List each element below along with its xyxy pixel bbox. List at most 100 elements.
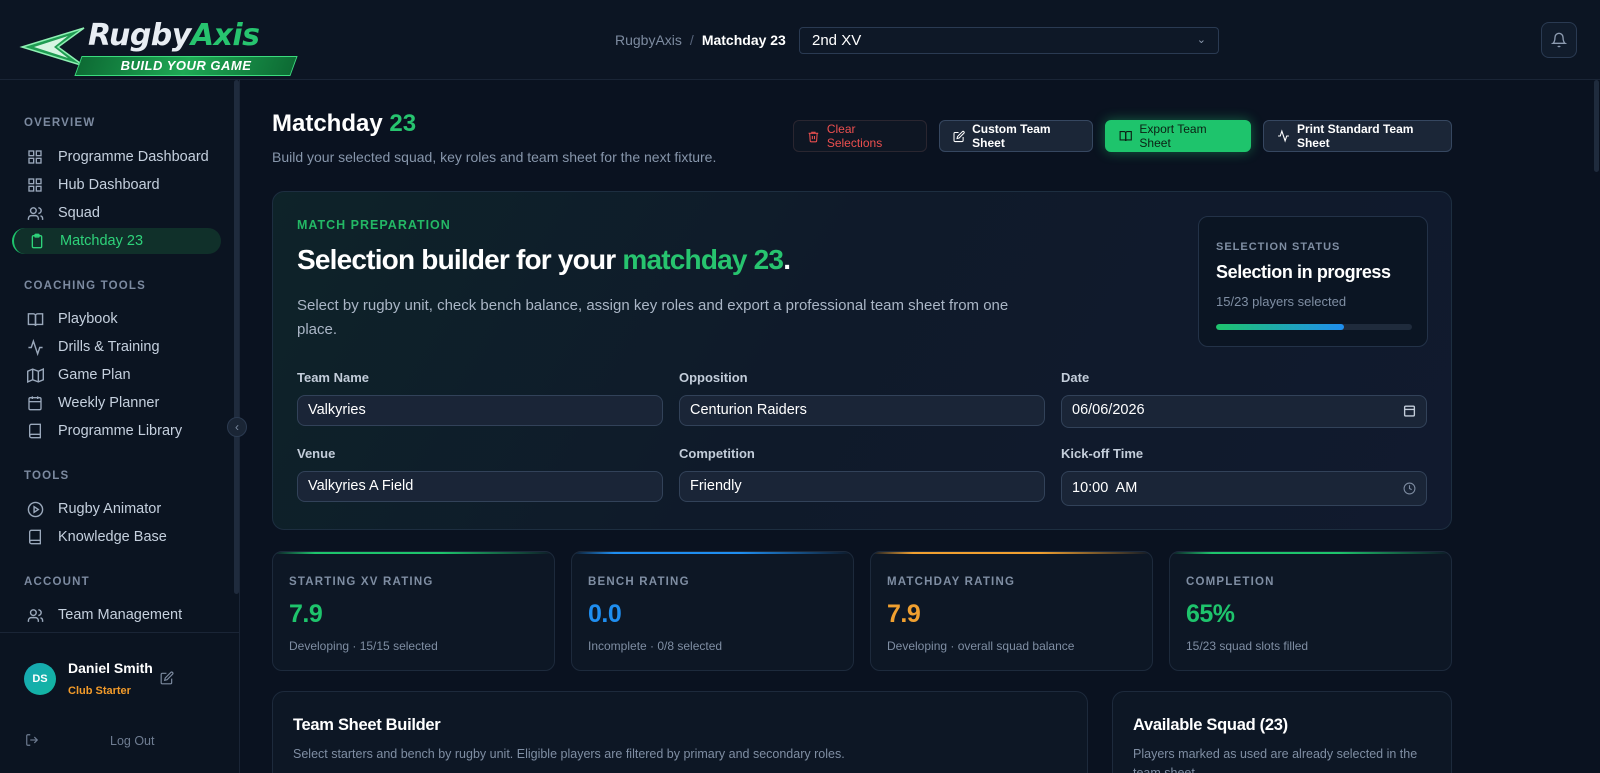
edit-icon (953, 130, 965, 142)
selection-progress-fill (1216, 324, 1344, 330)
section-title-account: ACCOUNT (24, 576, 90, 588)
kickoff-time-input[interactable]: 10:00 AM (1061, 471, 1427, 506)
sidebar-item-label: Programme Dashboard (58, 149, 209, 165)
notifications-button[interactable] (1541, 22, 1577, 58)
squad-title: Available Squad (23) (1133, 716, 1288, 734)
sidebar-item-squad[interactable]: Squad (12, 200, 221, 226)
available-squad-card: Available Squad (23) Players marked as u… (1112, 691, 1452, 773)
logout-icon[interactable] (25, 733, 39, 752)
team-sheet-builder-card: Team Sheet Builder Select starters and b… (272, 691, 1088, 773)
custom-team-sheet-button[interactable]: Custom Team Sheet (939, 120, 1093, 152)
book-open-icon (1119, 130, 1132, 142)
prep-description: Select by rugby unit, check bench balanc… (297, 297, 1009, 338)
trash-icon (808, 131, 819, 142)
breadcrumb-root[interactable]: RugbyAxis (615, 32, 682, 48)
match-preparation-card: MATCH PREPARATION Selection builder for … (272, 191, 1452, 530)
date-label: Date (1061, 370, 1090, 385)
sidebar-item-programme-dashboard[interactable]: Programme Dashboard (12, 144, 221, 170)
grid-icon (26, 176, 44, 194)
calendar-icon (26, 394, 44, 412)
rating-note: Incomplete · 0/8 selected (588, 639, 723, 653)
sidebar-item-label: Weekly Planner (58, 395, 160, 411)
rating-accent-line (273, 552, 554, 554)
breadcrumb-separator: / (689, 32, 694, 48)
sidebar-item-programme-library[interactable]: Programme Library (12, 418, 221, 444)
team-select[interactable]: 2nd XV ⌄ (799, 27, 1219, 54)
opposition-label: Opposition (679, 370, 748, 385)
rating-value: 0.0 (588, 600, 622, 628)
export-team-sheet-button[interactable]: Export Team Sheet (1105, 120, 1251, 152)
sidebar-item-playbook[interactable]: Playbook (12, 306, 221, 332)
rating-value: 7.9 (887, 600, 921, 628)
rating-accent-line (871, 552, 1152, 554)
sidebar-item-team-management[interactable]: Team Management (12, 602, 221, 628)
selection-progress-bar (1216, 324, 1412, 330)
team-name-input[interactable]: Valkyries (297, 395, 663, 426)
date-input[interactable]: 06/06/2026 (1061, 395, 1427, 428)
book-open-icon (26, 310, 44, 328)
rating-label: MATCHDAY RATING (887, 576, 1016, 588)
sidebar-item-label: Game Plan (58, 367, 131, 383)
clear-selections-button[interactable]: Clear Selections (793, 120, 927, 152)
sidebar-item-label: Playbook (58, 311, 118, 327)
builder-title: Team Sheet Builder (293, 716, 441, 734)
sidebar-item-matchday-23[interactable]: Matchday 23 (12, 228, 221, 254)
play-circle-icon (26, 500, 44, 518)
clock-icon[interactable] (1403, 482, 1416, 495)
book-icon (26, 422, 44, 440)
matchday-rating-card: MATCHDAY RATING 7.9 Developing · overall… (870, 551, 1153, 671)
chevron-left-icon: ‹ (235, 420, 239, 434)
logout-button[interactable]: Log Out (110, 734, 154, 748)
sidebar-item-label: Drills & Training (58, 339, 160, 355)
team-name-label: Team Name (297, 370, 370, 385)
map-icon (26, 366, 44, 384)
team-select-value: 2nd XV (812, 32, 862, 49)
activity-icon (1278, 129, 1289, 143)
sidebar-collapse-button[interactable]: ‹ (227, 417, 247, 437)
book-icon (26, 528, 44, 546)
rating-label: COMPLETION (1186, 576, 1275, 588)
user-name: Daniel Smith (68, 660, 153, 676)
prep-eyebrow: MATCH PREPARATION (297, 218, 451, 232)
sidebar-item-label: Squad (58, 205, 100, 221)
rating-note: Developing · overall squad balance (887, 639, 1075, 653)
user-card: DS Daniel Smith Club Starter Log Out (0, 632, 239, 773)
edit-profile-button[interactable] (160, 671, 174, 690)
kickoff-label: Kick-off Time (1061, 446, 1144, 461)
page-subtitle: Build your selected squad, key roles and… (272, 149, 717, 165)
rating-note: Developing · 15/15 selected (289, 639, 438, 653)
calendar-icon[interactable] (1403, 404, 1416, 417)
sidebar-scrollbar[interactable] (234, 80, 239, 594)
status-eyebrow: SELECTION STATUS (1216, 241, 1341, 253)
main-scrollbar[interactable] (1594, 80, 1599, 172)
sidebar-item-drills-training[interactable]: Drills & Training (12, 334, 221, 360)
avatar[interactable]: DS (24, 663, 56, 695)
rating-value: 7.9 (289, 600, 323, 628)
starting-xv-rating-card: STARTING XV RATING 7.9 Developing · 15/1… (272, 551, 555, 671)
status-count: 15/23 players selected (1216, 294, 1347, 309)
brand-wordmark: RugbyAxis (88, 18, 260, 53)
bench-rating-card: BENCH RATING 0.0 Incomplete · 0/8 select… (571, 551, 854, 671)
sidebar-item-label: Matchday 23 (60, 233, 144, 249)
top-bar: RugbyAxis BUILD YOUR GAME RugbyAxis / Matc… (0, 0, 1600, 80)
print-team-sheet-button[interactable]: Print Standard Team Sheet (1263, 120, 1452, 152)
sidebar-item-label: Team Management (58, 607, 183, 623)
sidebar-item-knowledge-base[interactable]: Knowledge Base (12, 524, 221, 550)
section-title-coaching-tools: COACHING TOOLS (24, 280, 147, 292)
breadcrumb: RugbyAxis / Matchday 23 (615, 32, 786, 48)
venue-label: Venue (297, 446, 336, 461)
sidebar-item-rugby-animator[interactable]: Rugby Animator (12, 496, 221, 522)
sidebar-item-label: Programme Library (58, 423, 183, 439)
rating-label: BENCH RATING (588, 576, 690, 588)
user-plan-badge: Club Starter (68, 685, 131, 697)
breadcrumb-current: Matchday 23 (701, 32, 786, 48)
opposition-input[interactable]: Centurion Raiders (679, 395, 1045, 426)
competition-input[interactable]: Friendly (679, 471, 1045, 502)
sidebar-item-hub-dashboard[interactable]: Hub Dashboard (12, 172, 221, 198)
sidebar-item-game-plan[interactable]: Game Plan (12, 362, 221, 388)
venue-input[interactable]: Valkyries A Field (297, 471, 663, 502)
page-title: Matchday 23 (272, 110, 417, 137)
brand-logo[interactable]: RugbyAxis BUILD YOUR GAME (18, 16, 298, 76)
sidebar-item-weekly-planner[interactable]: Weekly Planner (12, 390, 221, 416)
users-icon (26, 606, 44, 624)
